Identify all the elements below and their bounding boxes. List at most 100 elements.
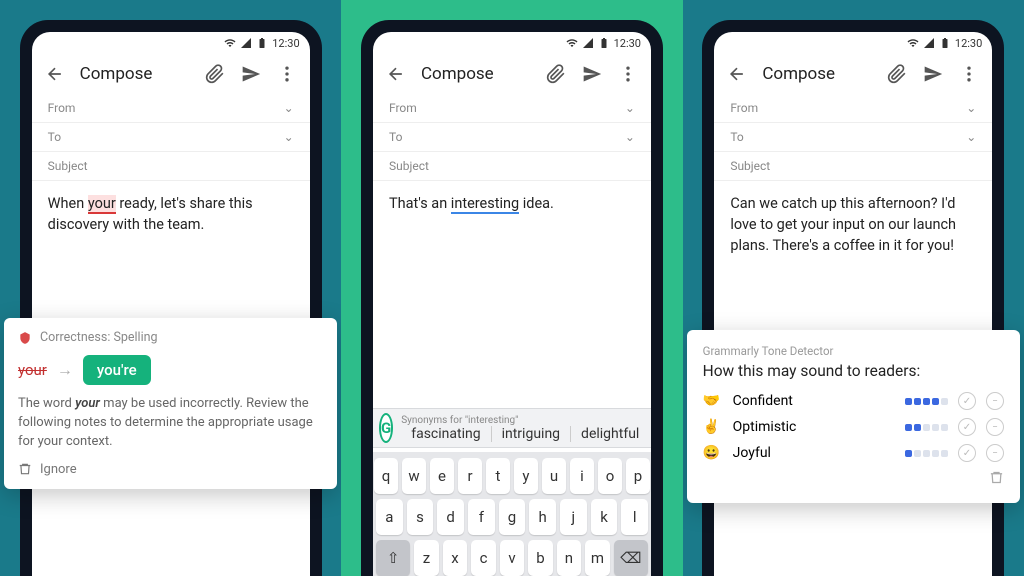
ignore-button[interactable]: Ignore <box>18 462 323 477</box>
flagged-word[interactable]: your <box>88 195 116 214</box>
from-field[interactable]: From⌄ <box>373 94 651 123</box>
compose-body[interactable]: Can we catch up this afternoon? I'd love… <box>714 181 992 268</box>
tone-reject[interactable]: − <box>986 444 1004 462</box>
battery-icon <box>256 37 268 49</box>
more-icon[interactable] <box>617 63 639 85</box>
tone-approve[interactable]: ✓ <box>958 444 976 462</box>
key-w[interactable]: w <box>402 458 426 494</box>
chevron-down-icon: ⌄ <box>625 101 635 115</box>
app-title: Compose <box>762 64 872 84</box>
key-l[interactable]: l <box>621 499 648 535</box>
keyboard: qwertyuiop asdfghjkl ⇧ zxcvbnm ⌫ 123 , ☺… <box>373 452 651 576</box>
tone-emoji: ✌️ <box>703 419 723 435</box>
app-bar: Compose <box>32 54 310 94</box>
tone-emoji: 🤝 <box>703 393 723 409</box>
key-g[interactable]: g <box>499 499 526 535</box>
synonym-option[interactable]: intriguing <box>492 426 571 442</box>
screen: 12:30 Compose From⌄ To⌄ Subject When you… <box>32 32 310 576</box>
original-word: your <box>18 361 47 379</box>
send-icon[interactable] <box>922 63 944 85</box>
send-icon[interactable] <box>240 63 262 85</box>
key-a[interactable]: a <box>376 499 403 535</box>
status-bar: 12:30 <box>714 32 992 54</box>
attach-icon[interactable] <box>204 63 226 85</box>
more-icon[interactable] <box>276 63 298 85</box>
compose-body[interactable]: That's an interesting idea. <box>373 181 651 226</box>
attach-icon[interactable] <box>545 63 567 85</box>
tone-reject[interactable]: − <box>986 418 1004 436</box>
shift-key[interactable]: ⇧ <box>376 540 410 576</box>
key-c[interactable]: c <box>471 540 495 576</box>
key-q[interactable]: q <box>374 458 398 494</box>
key-m[interactable]: m <box>585 540 609 576</box>
key-p[interactable]: p <box>626 458 650 494</box>
key-x[interactable]: x <box>443 540 467 576</box>
back-icon[interactable] <box>385 63 407 85</box>
key-e[interactable]: e <box>430 458 454 494</box>
subject-field[interactable]: Subject <box>714 152 992 181</box>
key-f[interactable]: f <box>468 499 495 535</box>
status-time: 12:30 <box>272 37 299 50</box>
subject-field[interactable]: Subject <box>32 152 310 181</box>
tone-heading: How this may sound to readers: <box>703 362 1004 380</box>
tone-row: ✌️Optimistic✓− <box>703 418 1004 436</box>
back-icon[interactable] <box>44 63 66 85</box>
attach-icon[interactable] <box>886 63 908 85</box>
chevron-down-icon: ⌄ <box>284 130 294 144</box>
wifi-icon <box>907 37 919 49</box>
from-field[interactable]: From⌄ <box>32 94 310 123</box>
to-field[interactable]: To⌄ <box>714 123 992 152</box>
back-icon[interactable] <box>726 63 748 85</box>
key-z[interactable]: z <box>414 540 438 576</box>
key-i[interactable]: i <box>570 458 594 494</box>
compose-body[interactable]: When your ready, let's share this discov… <box>32 181 310 247</box>
key-n[interactable]: n <box>557 540 581 576</box>
key-h[interactable]: h <box>529 499 556 535</box>
tone-approve[interactable]: ✓ <box>958 392 976 410</box>
suggestion-chip[interactable]: you're <box>83 355 151 385</box>
more-icon[interactable] <box>958 63 980 85</box>
panel-tone: 12:30 Compose From⌄ To⌄ Subject Can we c… <box>683 0 1024 576</box>
from-field[interactable]: From⌄ <box>714 94 992 123</box>
trash-icon <box>18 462 32 476</box>
battery-icon <box>939 37 951 49</box>
key-t[interactable]: t <box>486 458 510 494</box>
key-s[interactable]: s <box>407 499 434 535</box>
key-r[interactable]: r <box>458 458 482 494</box>
backspace-key[interactable]: ⌫ <box>614 540 648 576</box>
grammarly-logo[interactable]: G <box>379 413 393 443</box>
chevron-down-icon: ⌄ <box>966 101 976 115</box>
tone-approve[interactable]: ✓ <box>958 418 976 436</box>
tone-name: Joyful <box>733 445 895 461</box>
tone-level <box>905 424 948 431</box>
tone-level <box>905 398 948 405</box>
wifi-icon <box>566 37 578 49</box>
tone-card: Grammarly Tone Detector How this may sou… <box>687 330 1020 503</box>
selected-word[interactable]: interesting <box>451 195 519 214</box>
app-title: Compose <box>421 64 531 84</box>
status-time: 12:30 <box>955 37 982 50</box>
to-field[interactable]: To⌄ <box>32 123 310 152</box>
send-icon[interactable] <box>581 63 603 85</box>
key-j[interactable]: j <box>560 499 587 535</box>
correctness-card: Correctness: Spelling your → you're The … <box>4 318 337 489</box>
explanation: The word your may be used incorrectly. R… <box>18 395 323 452</box>
key-d[interactable]: d <box>437 499 464 535</box>
app-bar: Compose <box>373 54 651 94</box>
synonym-option[interactable]: fascinating <box>401 426 491 442</box>
tone-reject[interactable]: − <box>986 392 1004 410</box>
key-o[interactable]: o <box>598 458 622 494</box>
panel-correctness: 12:30 Compose From⌄ To⌄ Subject When you… <box>0 0 341 576</box>
subject-field[interactable]: Subject <box>373 152 651 181</box>
key-u[interactable]: u <box>542 458 566 494</box>
wifi-icon <box>224 37 236 49</box>
battery-icon <box>598 37 610 49</box>
key-y[interactable]: y <box>514 458 538 494</box>
dismiss-tone[interactable] <box>703 470 1004 489</box>
key-b[interactable]: b <box>528 540 552 576</box>
chevron-down-icon: ⌄ <box>966 130 976 144</box>
to-field[interactable]: To⌄ <box>373 123 651 152</box>
key-k[interactable]: k <box>591 499 618 535</box>
synonym-option[interactable]: delightful <box>571 426 649 442</box>
key-v[interactable]: v <box>500 540 524 576</box>
